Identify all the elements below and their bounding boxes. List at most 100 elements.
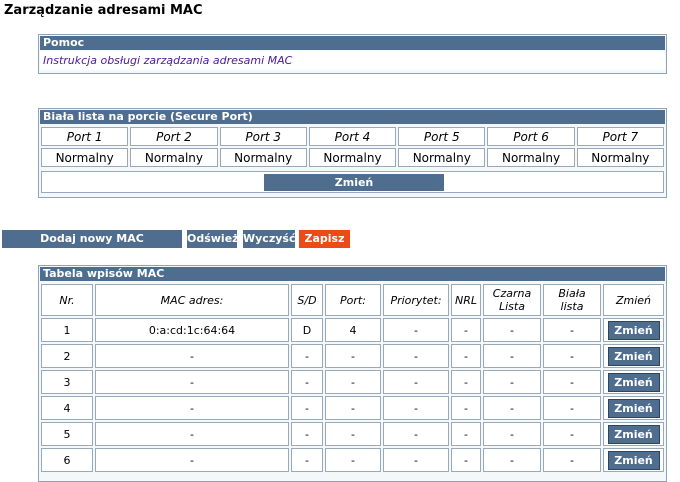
table-row: 1 0:a:cd:1c:64:64 D 4 - - - - Zmień: [41, 318, 664, 342]
port-7-mode: Normalny: [576, 148, 664, 167]
row-change-cell: Zmień: [603, 422, 664, 446]
row-priority: -: [383, 318, 449, 342]
row-change-cell: Zmień: [603, 344, 664, 368]
port-6-label: Port 6: [487, 127, 575, 146]
row-nr: 3: [41, 370, 93, 394]
col-blacklist: Czarna Lista: [483, 284, 541, 316]
row-nr: 6: [41, 448, 93, 472]
row-priority: -: [383, 448, 449, 472]
col-nrl: NRL: [451, 284, 481, 316]
row-whitelist: -: [543, 344, 601, 368]
row-nr: 1: [41, 318, 93, 342]
row-blacklist: -: [483, 422, 541, 446]
row-whitelist: -: [543, 370, 601, 394]
row-whitelist: -: [543, 396, 601, 420]
row-nrl: -: [451, 422, 481, 446]
row-change-cell: Zmień: [603, 370, 664, 394]
row-nrl: -: [451, 396, 481, 420]
row-sd: -: [291, 344, 323, 368]
row-nrl: -: [451, 344, 481, 368]
row-sd: D: [291, 318, 323, 342]
table-row: 2 - - - - - - - Zmień: [41, 344, 664, 368]
row-nrl: -: [451, 448, 481, 472]
row-port: -: [325, 370, 381, 394]
col-nr: Nr.: [41, 284, 93, 316]
clear-button[interactable]: Wyczyść: [243, 230, 295, 248]
port-6-mode: Normalny: [487, 148, 575, 167]
row-sd: -: [291, 448, 323, 472]
row-port: -: [325, 396, 381, 420]
col-whitelist: Biała lista: [543, 284, 601, 316]
port-7-label: Port 7: [576, 127, 664, 146]
port-3-label: Port 3: [219, 127, 307, 146]
row-priority: -: [383, 344, 449, 368]
row-nr: 4: [41, 396, 93, 420]
mac-table: Nr. MAC adres: S/D Port: Priorytet: NRL …: [39, 282, 666, 474]
row-priority: -: [383, 396, 449, 420]
row-port: -: [325, 448, 381, 472]
row-port: 4: [325, 318, 381, 342]
row-whitelist: -: [543, 422, 601, 446]
table-row: 4 - - - - - - - Zmień: [41, 396, 664, 420]
secure-port-panel: Biała lista na porcie (Secure Port) Port…: [38, 108, 667, 198]
row-change-button[interactable]: Zmień: [607, 398, 660, 418]
mac-table-panel: Tabela wpisów MAC Nr. MAC adres: S/D Por…: [38, 265, 667, 482]
page-title: Zarządzanie adresami MAC: [4, 3, 203, 18]
row-change-button[interactable]: Zmień: [607, 372, 660, 392]
refresh-button[interactable]: Odśwież: [187, 230, 237, 248]
row-sd: -: [291, 396, 323, 420]
row-mac-address: -: [95, 422, 289, 446]
col-blacklist-line-2: Lista: [499, 300, 525, 313]
save-button[interactable]: Zapisz: [299, 230, 350, 248]
port-5-label: Port 5: [398, 127, 486, 146]
row-change-cell: Zmień: [603, 318, 664, 342]
port-header-row: Port 1 Port 2 Port 3 Port 4 Port 5 Port …: [41, 127, 664, 146]
row-mac-address: -: [95, 448, 289, 472]
row-mac-address: -: [95, 344, 289, 368]
help-link[interactable]: Instrukcja obsługi zarządzania adresami …: [40, 51, 665, 70]
port-value-row: Normalny Normalny Normalny Normalny Norm…: [41, 148, 664, 167]
row-sd: -: [291, 422, 323, 446]
row-change-button[interactable]: Zmień: [607, 450, 660, 470]
col-sd: S/D: [291, 284, 323, 316]
row-priority: -: [383, 370, 449, 394]
row-change-button[interactable]: Zmień: [607, 320, 660, 340]
row-change-button[interactable]: Zmień: [607, 346, 660, 366]
col-blacklist-line-1: Czarna: [492, 287, 532, 300]
row-priority: -: [383, 422, 449, 446]
row-mac-address: 0:a:cd:1c:64:64: [95, 318, 289, 342]
mac-table-column-row: Nr. MAC adres: S/D Port: Priorytet: NRL …: [41, 284, 664, 316]
row-whitelist: -: [543, 318, 601, 342]
row-port: -: [325, 422, 381, 446]
row-mac-address: -: [95, 396, 289, 420]
row-change-cell: Zmień: [603, 396, 664, 420]
row-blacklist: -: [483, 344, 541, 368]
row-port: -: [325, 344, 381, 368]
col-whitelist-line-1: Biała: [558, 287, 586, 300]
row-blacklist: -: [483, 396, 541, 420]
port-3-mode: Normalny: [219, 148, 307, 167]
row-mac-address: -: [95, 370, 289, 394]
col-mac-address: MAC adres:: [95, 284, 289, 316]
row-change-button[interactable]: Zmień: [607, 424, 660, 444]
secure-port-footer: Zmień: [41, 171, 664, 193]
help-panel: Pomoc Instrukcja obsługi zarządzania adr…: [38, 34, 667, 74]
help-panel-header: Pomoc: [40, 36, 665, 50]
row-change-cell: Zmień: [603, 448, 664, 472]
row-nr: 2: [41, 344, 93, 368]
add-mac-button[interactable]: Dodaj nowy MAC: [2, 230, 182, 248]
port-4-mode: Normalny: [308, 148, 397, 167]
port-2-label: Port 2: [130, 127, 218, 146]
mac-table-header: Tabela wpisów MAC: [40, 267, 665, 281]
col-change: Zmień: [603, 284, 664, 316]
col-whitelist-line-2: lista: [560, 300, 584, 313]
table-row: 6 - - - - - - - Zmień: [41, 448, 664, 472]
row-blacklist: -: [483, 448, 541, 472]
col-port: Port:: [325, 284, 381, 316]
secure-port-change-button[interactable]: Zmień: [264, 174, 444, 191]
secure-port-table: Port 1 Port 2 Port 3 Port 4 Port 5 Port …: [39, 125, 666, 169]
port-2-mode: Normalny: [130, 148, 218, 167]
port-1-mode: Normalny: [41, 148, 129, 167]
row-sd: -: [291, 370, 323, 394]
row-blacklist: -: [483, 318, 541, 342]
